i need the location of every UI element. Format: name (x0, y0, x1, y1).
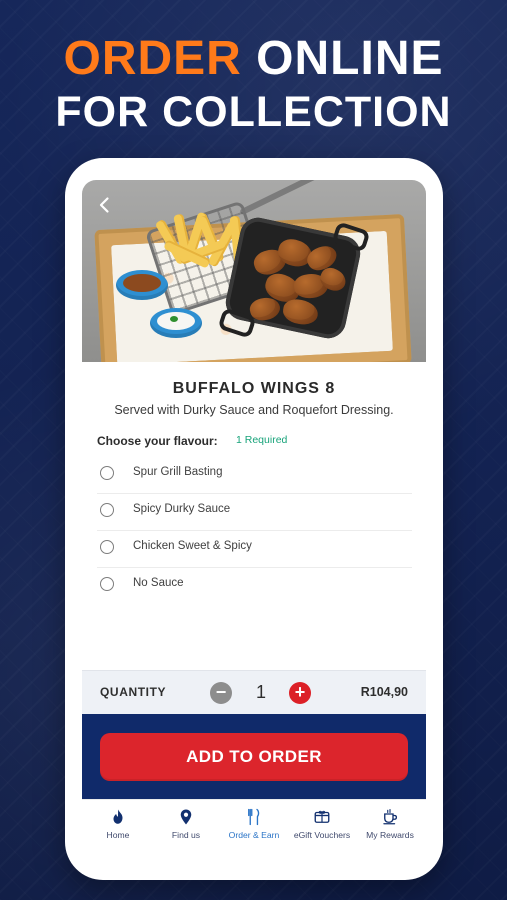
nav-label: Order & Earn (228, 830, 280, 840)
flavour-option-label: Spicy Durky Sauce (133, 503, 231, 515)
quantity-label: QUANTITY (100, 685, 167, 699)
dressing-ramekin (150, 308, 202, 338)
add-to-order-panel: ADD TO ORDER (82, 714, 426, 799)
flavour-option[interactable]: Spicy Durky Sauce (97, 494, 412, 531)
item-title: BUFFALO WINGS 8 (172, 380, 336, 397)
headline-line-2: FOR COLLECTION (55, 88, 452, 137)
chevron-left-icon (99, 197, 109, 213)
headline-rest: ONLINE (256, 32, 444, 85)
promo-headline: ORDER ONLINE FOR COLLECTION (0, 32, 507, 137)
radio-button[interactable] (100, 466, 114, 480)
nav-order-and-earn[interactable]: Order & Earn (220, 808, 288, 852)
bottom-navigation: Home Find us Order & Earn eGift Vouchers… (82, 799, 426, 858)
flame-icon (113, 809, 123, 824)
radio-button[interactable] (100, 577, 114, 591)
add-to-order-button[interactable]: ADD TO ORDER (100, 733, 408, 781)
headline-line-1: ORDER ONLINE (0, 32, 507, 85)
back-button[interactable] (94, 194, 116, 216)
quantity-bar: QUANTITY − 1 + R104,90 (82, 670, 426, 715)
sauce-ramekin (116, 270, 168, 300)
fry-basket-handle (239, 180, 323, 216)
nav-label: Home (106, 830, 130, 840)
flavour-header: Choose your flavour: 1 Required (97, 434, 417, 452)
nav-egift-vouchers[interactable]: eGift Vouchers (288, 808, 356, 852)
nav-find-us[interactable]: Find us (152, 808, 220, 852)
nav-home[interactable]: Home (84, 808, 152, 852)
location-icon (180, 809, 192, 825)
item-description: Served with Durky Sauce and Roquefort Dr… (114, 403, 394, 417)
quantity-value: 1 (255, 682, 266, 702)
flavour-label: Choose your flavour: (97, 434, 218, 448)
coffee-cup-icon (383, 808, 398, 825)
flavour-options: Spur Grill Basting Spicy Durky Sauce Chi… (97, 457, 412, 604)
nav-label: eGift Vouchers (293, 830, 351, 840)
flavour-option-label: Chicken Sweet & Spicy (133, 540, 252, 552)
required-badge: 1 Required (236, 434, 288, 446)
decrease-quantity-button[interactable]: − (210, 682, 232, 704)
flavour-option-label: No Sauce (133, 577, 184, 589)
radio-button[interactable] (100, 503, 114, 517)
utensils-icon (248, 808, 260, 826)
food-image (82, 180, 426, 381)
nav-my-rewards[interactable]: My Rewards (356, 808, 424, 852)
headline-accent: ORDER (63, 32, 242, 85)
flavour-option-label: Spur Grill Basting (133, 466, 223, 478)
increase-quantity-button[interactable]: + (289, 682, 311, 704)
flavour-option[interactable]: Spur Grill Basting (97, 457, 412, 494)
nav-label: My Rewards (366, 830, 414, 840)
gift-card-icon (314, 810, 330, 823)
item-price: R104,90 (360, 685, 408, 699)
phone-screen: BUFFALO WINGS 8 Served with Durky Sauce … (82, 180, 426, 858)
flavour-option[interactable]: Chicken Sweet & Spicy (97, 531, 412, 568)
flavour-option[interactable]: No Sauce (97, 568, 412, 604)
item-details: BUFFALO WINGS 8 Served with Durky Sauce … (82, 362, 426, 670)
nav-label: Find us (171, 830, 201, 840)
radio-button[interactable] (100, 540, 114, 554)
